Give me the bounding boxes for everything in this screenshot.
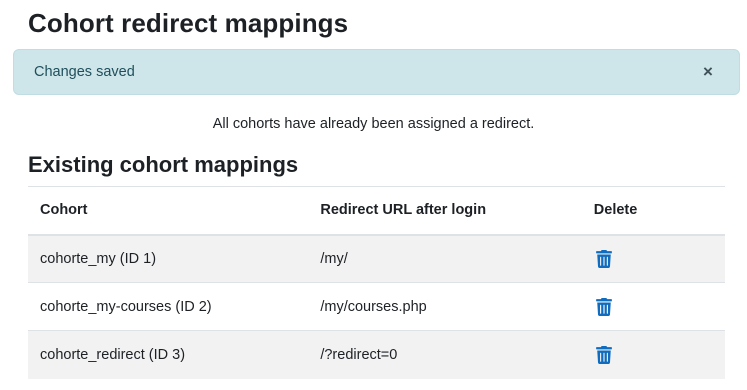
close-icon[interactable]: ×	[697, 61, 719, 83]
table-header-row: Cohort Redirect URL after login Delete	[28, 186, 725, 236]
page: Cohort redirect mappings Changes saved ×…	[0, 0, 747, 390]
trash-icon[interactable]	[595, 249, 612, 268]
table-row: cohorte_redirect (ID 3) /?redirect=0	[28, 330, 725, 379]
mappings-table: Cohort Redirect URL after login Delete c…	[28, 186, 725, 379]
section-title: Existing cohort mappings	[28, 152, 299, 177]
table-row: cohorte_my-courses (ID 2) /my/courses.ph…	[28, 282, 725, 331]
delete-cell	[582, 331, 725, 379]
header-delete: Delete	[581, 186, 725, 236]
cohort-cell: cohorte_my (ID 1)	[40, 250, 157, 267]
cohort-cell: cohorte_redirect (ID 3)	[40, 346, 186, 363]
success-alert: Changes saved ×	[13, 49, 740, 95]
redirect-url-cell: /my/courses.php	[320, 298, 427, 315]
header-redirect-url: Redirect URL after login	[308, 186, 582, 236]
redirect-url-cell: /my/	[320, 250, 348, 267]
cohort-cell: cohorte_my-courses (ID 2)	[40, 298, 212, 315]
header-cohort: Cohort	[28, 186, 309, 236]
table-row: cohorte_my (ID 1) /my/	[28, 234, 725, 283]
redirect-url-cell: /?redirect=0	[320, 346, 398, 363]
delete-cell	[582, 283, 725, 331]
page-title: Cohort redirect mappings	[28, 8, 349, 38]
alert-message: Changes saved	[34, 64, 135, 80]
info-message: All cohorts have already been assigned a…	[212, 116, 535, 132]
trash-icon[interactable]	[595, 297, 612, 316]
delete-cell	[582, 235, 725, 283]
trash-icon[interactable]	[595, 345, 612, 364]
